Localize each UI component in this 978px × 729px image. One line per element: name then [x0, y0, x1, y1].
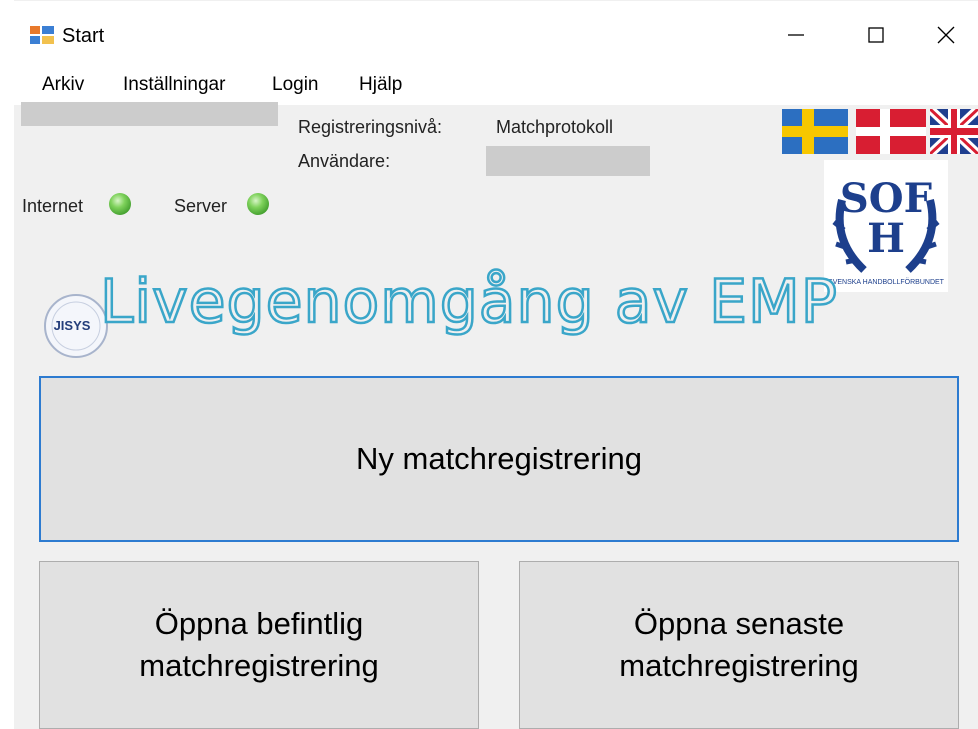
start-window: Start Arkiv Inställningar Login Hjälp Re… [14, 0, 978, 729]
minimize-button[interactable] [764, 11, 828, 59]
svg-text:JISYS: JISYS [54, 318, 91, 333]
new-match-registration-button[interactable]: Ny matchregistrering [39, 376, 959, 542]
user-field [486, 146, 650, 176]
open-existing-line-2: matchregistrering [139, 648, 379, 683]
handball-federation-logo: SOF H SVENSKA HANDBOLLFÖRBUNDET [824, 160, 948, 292]
menu-item-login[interactable]: Login [272, 73, 319, 97]
app-icon [30, 26, 54, 44]
maximize-icon [868, 27, 884, 43]
open-existing-registration-label: Öppna befintlig matchregistrering [139, 603, 378, 687]
menu-item-hjalp[interactable]: Hjälp [359, 73, 402, 97]
maximize-button[interactable] [844, 11, 908, 59]
user-label: Användare: [298, 151, 391, 171]
menu-item-installningar[interactable]: Inställningar [123, 73, 225, 97]
open-latest-line-1: Öppna senaste [633, 606, 845, 641]
new-match-registration-label: Ny matchregistrering [356, 441, 642, 476]
open-existing-line-1: Öppna befintlig [154, 606, 364, 641]
presentation-overlay-title: Livegenomgång av EMP [99, 266, 838, 339]
danish-flag[interactable] [856, 109, 926, 154]
internet-status-led [109, 193, 131, 215]
title-bar[interactable]: Start [14, 1, 978, 65]
server-status-led [247, 193, 269, 215]
internet-label: Internet [22, 196, 84, 216]
open-latest-registration-label: Öppna senaste matchregistrering [619, 603, 858, 687]
open-existing-registration-button[interactable]: Öppna befintlig matchregistrering [39, 561, 479, 729]
registration-level-label: Registreringsnivå: [298, 117, 443, 137]
open-latest-registration-button[interactable]: Öppna senaste matchregistrering [519, 561, 959, 729]
uk-flag[interactable] [930, 109, 978, 154]
svg-text:SVENSKA HANDBOLLFÖRBUNDET: SVENSKA HANDBOLLFÖRBUNDET [828, 278, 945, 286]
minimize-icon [788, 34, 804, 36]
menu-bar: Arkiv Inställningar Login Hjälp [14, 65, 978, 105]
open-latest-line-2: matchregistrering [619, 648, 859, 683]
swedish-flag[interactable] [782, 109, 848, 154]
server-label: Server [174, 196, 228, 216]
window-title: Start [62, 25, 105, 47]
close-button[interactable] [914, 11, 978, 59]
menu-item-arkiv[interactable]: Arkiv [42, 73, 84, 97]
svg-text:H: H [867, 215, 905, 262]
top-left-field [21, 102, 278, 126]
registration-level-value: Matchprotokoll [496, 117, 614, 137]
close-icon [937, 26, 955, 44]
